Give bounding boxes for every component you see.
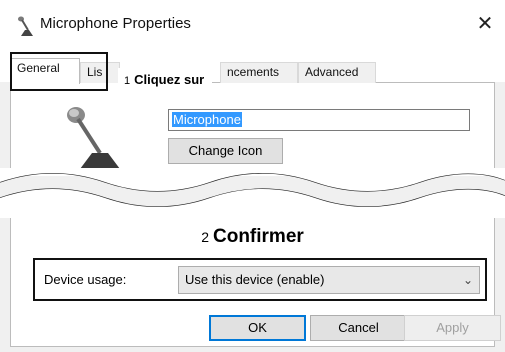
microphone-icon [67, 107, 120, 169]
cancel-button[interactable]: Cancel [310, 315, 407, 341]
tab-enhancements[interactable]: ncements [220, 62, 298, 83]
device-name-input[interactable]: Microphone [168, 109, 470, 131]
callout-2-text: Confirmer [213, 226, 304, 247]
device-usage-selected: Use this device (enable) [185, 272, 325, 287]
apply-button[interactable]: Apply [404, 315, 501, 341]
microphone-icon [18, 16, 33, 36]
callout-highlight-general-tab [10, 52, 108, 91]
change-icon-button[interactable]: Change Icon [168, 138, 283, 164]
window-title: Microphone Properties [40, 15, 191, 32]
close-button[interactable]: ✕ [465, 6, 505, 42]
tab-advanced[interactable]: Advanced [298, 62, 376, 83]
callout-2-number: 2 [201, 229, 209, 245]
chevron-down-icon: ⌄ [462, 273, 473, 287]
callout-1: 1 Cliquez sur [118, 68, 213, 92]
ok-button[interactable]: OK [209, 315, 306, 341]
title-bar: Microphone Properties ✕ [0, 0, 505, 48]
wavy-divider [0, 168, 505, 218]
callout-1-text: Cliquez sur [134, 72, 205, 87]
callout-1-number: 1 [124, 75, 131, 87]
device-usage-dropdown[interactable]: Use this device (enable) ⌄ [178, 266, 480, 294]
callout-2: 2 Confirmer [0, 226, 505, 248]
device-usage-row: Device usage: Use this device (enable) ⌄ [33, 258, 487, 301]
device-usage-label: Device usage: [44, 272, 127, 287]
device-name-value: Microphone [172, 112, 242, 127]
